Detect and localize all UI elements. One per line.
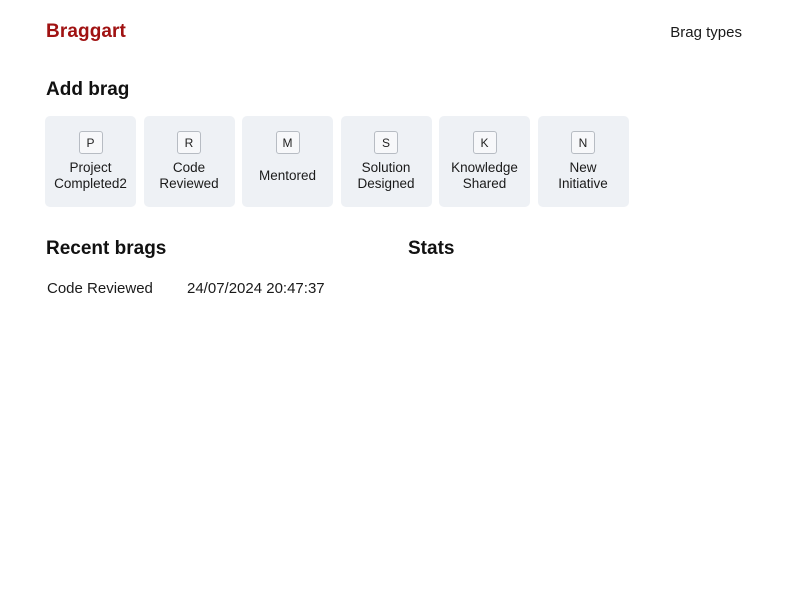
brag-type-cards: P Project Completed2 R Code Reviewed M M… [45, 116, 629, 207]
shortcut-key-badge: N [571, 131, 595, 154]
recent-brags-heading: Recent brags [46, 238, 167, 259]
stats-heading: Stats [408, 238, 455, 259]
shortcut-key-badge: P [78, 131, 103, 154]
brag-type-label: New Initiative [558, 160, 608, 191]
recent-brags-list: Code Reviewed 24/07/2024 20:47:37 [47, 278, 347, 298]
brag-type-card-mentored[interactable]: M Mentored [242, 116, 333, 207]
brag-type-card-project-completed[interactable]: P Project Completed2 [45, 116, 136, 207]
brand-logo-link[interactable]: Braggart [46, 21, 126, 43]
brag-type-card-code-reviewed[interactable]: R Code Reviewed [143, 116, 235, 207]
recent-brag-timestamp: 24/07/2024 20:47:37 [187, 279, 325, 297]
brag-type-card-new-initiative[interactable]: N New Initiative [537, 116, 629, 207]
list-item: Code Reviewed 24/07/2024 20:47:37 [47, 278, 347, 298]
brag-type-label: Code Reviewed [159, 160, 219, 191]
brag-type-label: Mentored [258, 167, 317, 183]
stats-panel [408, 278, 748, 378]
brag-type-card-knowledge-shared[interactable]: K Knowledge Shared [439, 116, 530, 207]
brag-type-card-solution-designed[interactable]: S Solution Designed [340, 116, 432, 207]
app-header: Braggart Brag types [46, 18, 742, 46]
recent-brag-type: Code Reviewed [47, 279, 153, 297]
shortcut-key-badge: M [275, 131, 300, 154]
shortcut-key-badge: S [374, 131, 398, 154]
brag-type-label: Project Completed2 [54, 160, 127, 191]
add-brag-heading: Add brag [46, 79, 130, 100]
shortcut-key-badge: R [177, 131, 201, 154]
brag-type-label: Knowledge Shared [451, 160, 518, 191]
brag-types-link[interactable]: Brag types [670, 24, 742, 41]
brag-type-label: Solution Designed [357, 160, 415, 191]
shortcut-key-badge: K [472, 131, 497, 154]
